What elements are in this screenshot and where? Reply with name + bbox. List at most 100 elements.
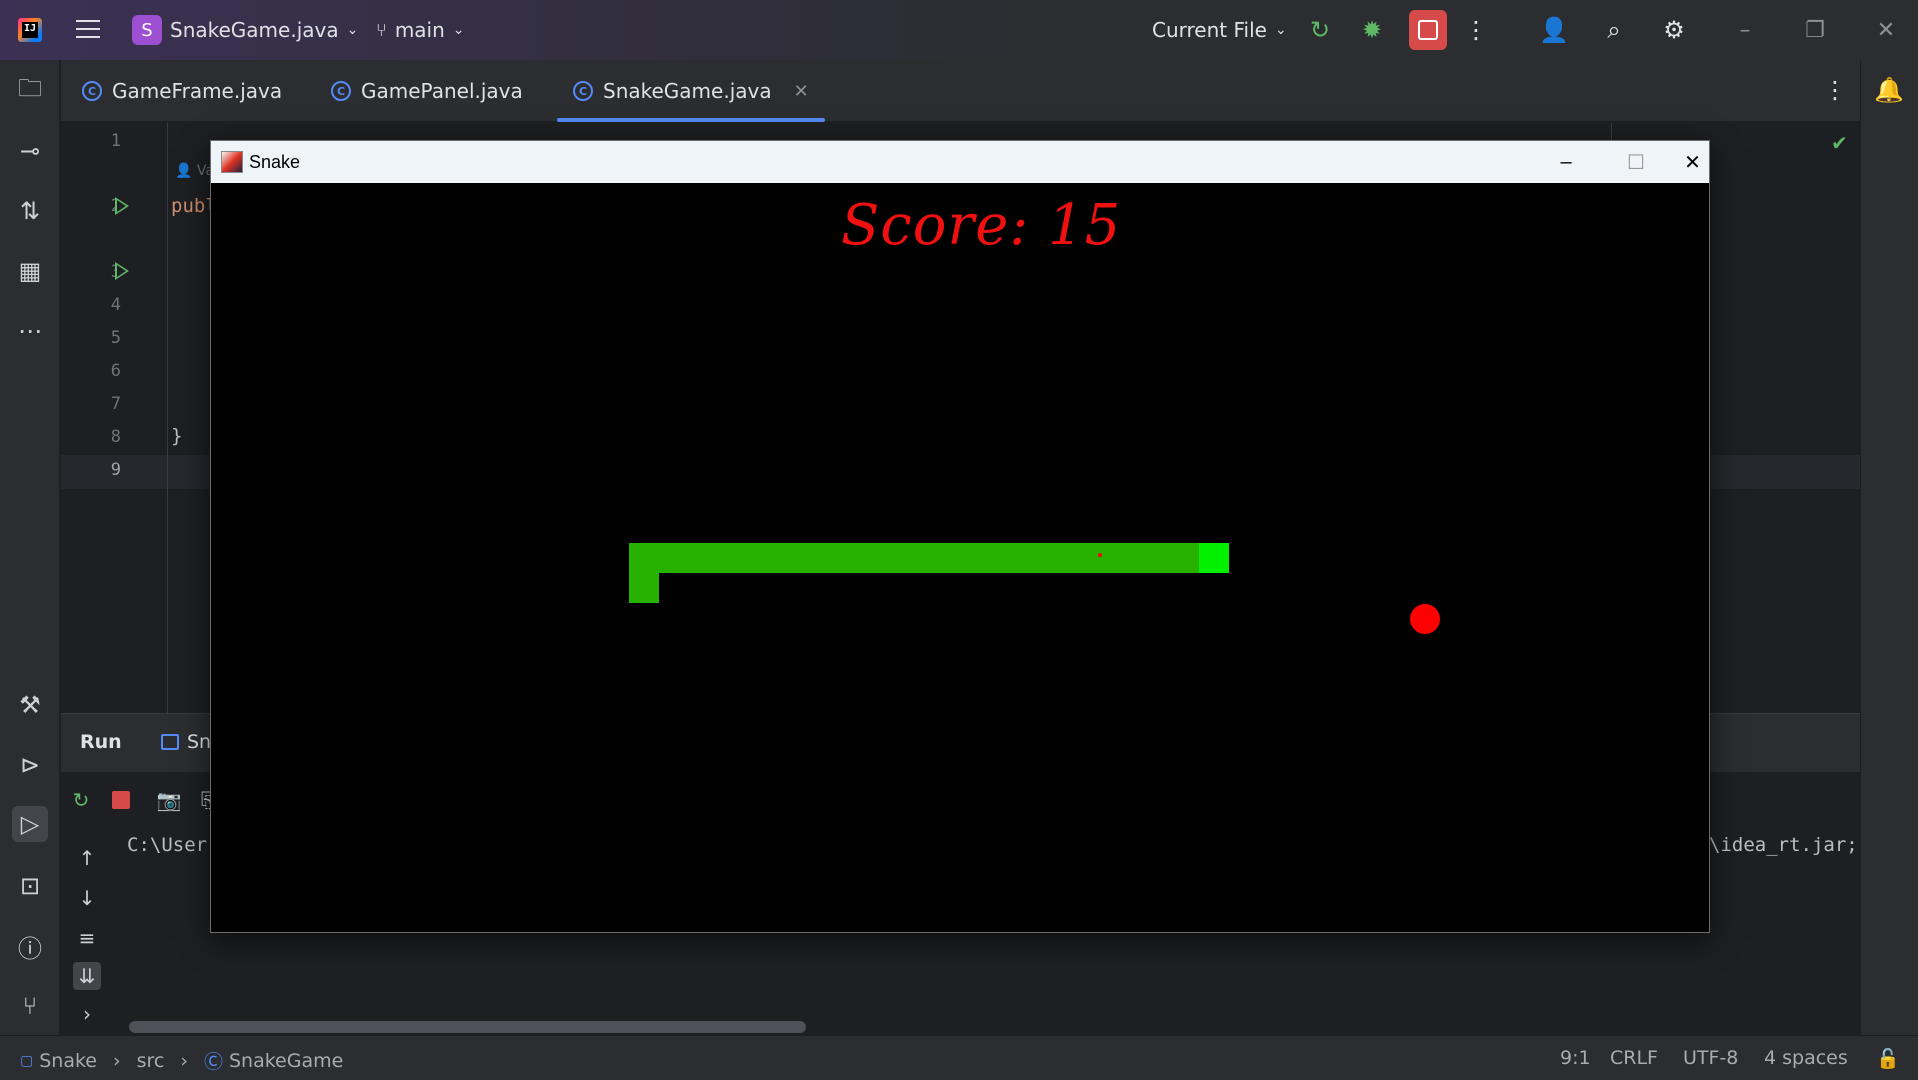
snake-window-title: Snake — [249, 151, 301, 172]
author-hint: 👤 Va — [175, 163, 214, 179]
tab-snakegame[interactable]: C SnakeGame.java ✕ — [557, 60, 825, 122]
window-icon — [161, 734, 179, 750]
settings-gear-icon[interactable]: ⚙ — [1658, 14, 1690, 46]
breadcrumb-item[interactable]: Snake — [39, 1050, 97, 1072]
main-menu-icon[interactable] — [76, 20, 100, 40]
no-problems-check-icon[interactable]: ✔ — [1831, 131, 1848, 155]
java-class-icon: Ⓒ — [203, 1051, 223, 1073]
line-number: 9 — [110, 460, 121, 480]
services-icon[interactable]: ⊳ — [12, 747, 48, 783]
stop-icon — [112, 791, 130, 809]
chevron-down-icon: ⌄ — [452, 22, 465, 38]
apple-food — [1410, 604, 1440, 634]
intellij-logo-icon[interactable]: IJ — [18, 18, 42, 42]
scroll-to-end-icon[interactable]: ⇊ — [73, 962, 101, 990]
console-output: C:\User — [127, 834, 208, 856]
title-bar: IJ S SnakeGame.java ⌄ ⑂ main ⌄ Current F… — [0, 0, 1918, 60]
git-branch-icon: ⑂ — [376, 19, 387, 41]
snake-game-window: Snake – ☐ ✕ Score: 15 — [210, 140, 1710, 933]
snake-window-titlebar[interactable]: Snake – ☐ ✕ — [211, 141, 1709, 183]
horizontal-scrollbar[interactable] — [129, 1021, 806, 1033]
game-canvas[interactable]: Score: 15 — [211, 183, 1709, 932]
notifications-bell-icon[interactable]: 🔔 — [1871, 72, 1907, 108]
add-user-icon[interactable]: 👤 — [1538, 14, 1570, 46]
line-number: 7 — [110, 394, 121, 414]
java-class-icon: C — [331, 81, 351, 101]
chevron-right-icon: › — [113, 1049, 121, 1072]
snake-marker — [1098, 553, 1102, 557]
close-tab-icon[interactable]: ✕ — [794, 81, 809, 102]
maximize-icon[interactable]: ☐ — [1606, 141, 1666, 183]
java-app-icon — [221, 151, 243, 173]
chevron-down-icon: ⌄ — [346, 22, 359, 38]
status-bar: ▢ Snake › src › Ⓒ SnakeGame 9:1 CRLF UTF… — [0, 1035, 1918, 1080]
tab-label: SnakeGame.java — [603, 79, 772, 103]
left-tool-strip: 🗀 ⊸ ⇅ ▦ ⋯ ⚒ ⊳ ▷ ⊡ ⓘ ⑂ — [0, 60, 60, 1035]
project-selector[interactable]: S SnakeGame.java ⌄ — [132, 15, 358, 45]
restore-icon[interactable]: ❐ — [1795, 14, 1835, 46]
tab-gameframe[interactable]: C GameFrame.java — [82, 60, 282, 122]
rerun-icon[interactable]: ↻ — [1304, 14, 1336, 46]
breadcrumb: ▢ Snake › src › Ⓒ SnakeGame — [20, 1047, 343, 1074]
close-icon[interactable]: ✕ — [1676, 141, 1709, 183]
breadcrumb-item[interactable]: src — [137, 1050, 165, 1072]
terminal-icon[interactable]: ⊡ — [12, 868, 48, 904]
project-name: SnakeGame.java — [170, 18, 339, 42]
readonly-lock-icon[interactable]: 🔓 — [1876, 1047, 1900, 1070]
run-title: Run — [80, 731, 122, 753]
more-tools-icon[interactable]: ⋯ — [12, 313, 48, 349]
gutter-divider — [167, 123, 168, 713]
score-display: Score: 15 — [841, 193, 1122, 258]
file-encoding[interactable]: UTF-8 — [1683, 1047, 1738, 1069]
more-actions-icon[interactable]: ⋮ — [1460, 14, 1492, 46]
code-text: } — [171, 425, 183, 447]
java-class-icon: C — [82, 81, 102, 101]
breadcrumb-item[interactable]: SnakeGame — [229, 1050, 343, 1072]
right-tool-strip: 🔔 — [1860, 60, 1918, 1035]
editor-tabs: C GameFrame.java C GamePanel.java C Snak… — [61, 60, 1860, 122]
run-config-selector[interactable]: Current File ⌄ — [1152, 18, 1287, 42]
screenshot-camera-icon[interactable]: 📷 — [155, 786, 183, 814]
tab-label: GameFrame.java — [112, 79, 283, 103]
console-output-tail: \idea_rt.jar; — [1709, 834, 1858, 856]
stop-button[interactable] — [1409, 10, 1447, 50]
run-gutter-icon[interactable] — [115, 197, 129, 215]
tab-gamepanel[interactable]: C GamePanel.java — [331, 60, 523, 122]
pull-requests-icon[interactable]: ⇅ — [12, 193, 48, 229]
line-number: 8 — [110, 427, 121, 447]
expand-chevron-icon[interactable]: › — [73, 1000, 101, 1028]
stop-run-button[interactable] — [107, 786, 135, 814]
line-number: 1 — [110, 131, 121, 151]
scroll-down-arrow-icon[interactable]: ↓ — [73, 884, 101, 912]
branch-selector[interactable]: ⑂ main ⌄ — [376, 18, 465, 42]
rerun-icon[interactable]: ↻ — [67, 786, 95, 814]
module-icon: ▢ — [20, 1052, 34, 1069]
project-folder-icon[interactable]: 🗀 — [12, 73, 48, 109]
stop-icon — [1418, 20, 1438, 40]
run-tool-icon[interactable]: ▷ — [12, 806, 48, 842]
run-tab-snake[interactable]: Sn — [161, 731, 211, 753]
line-separator[interactable]: CRLF — [1610, 1047, 1658, 1069]
problems-icon[interactable]: ⓘ — [12, 928, 48, 964]
debug-icon[interactable]: ✹ — [1356, 14, 1388, 46]
snake-body-segment — [629, 543, 1199, 573]
close-icon[interactable]: ✕ — [1866, 14, 1906, 46]
indent-setting[interactable]: 4 spaces — [1764, 1047, 1848, 1069]
git-icon[interactable]: ⑂ — [12, 988, 48, 1024]
scroll-up-arrow-icon[interactable]: ↑ — [73, 844, 101, 872]
tabs-more-icon[interactable]: ⋮ — [1819, 74, 1851, 106]
caret-position[interactable]: 9:1 — [1560, 1047, 1591, 1069]
structure-icon[interactable]: ▦ — [12, 253, 48, 289]
run-config-label: Current File — [1152, 18, 1267, 42]
minimize-icon[interactable]: – — [1536, 141, 1596, 183]
build-hammer-icon[interactable]: ⚒ — [12, 687, 48, 723]
run-gutter-icon[interactable] — [115, 262, 129, 280]
java-class-icon: C — [573, 81, 593, 101]
minimize-icon[interactable]: – — [1725, 14, 1765, 46]
commit-icon[interactable]: ⊸ — [12, 133, 48, 169]
tab-label: GamePanel.java — [361, 79, 523, 103]
search-icon[interactable]: ⌕ — [1598, 14, 1630, 46]
soft-wrap-icon[interactable]: ≡ — [73, 924, 101, 952]
project-badge: S — [132, 15, 162, 45]
run-tab-label: Sn — [187, 731, 212, 753]
